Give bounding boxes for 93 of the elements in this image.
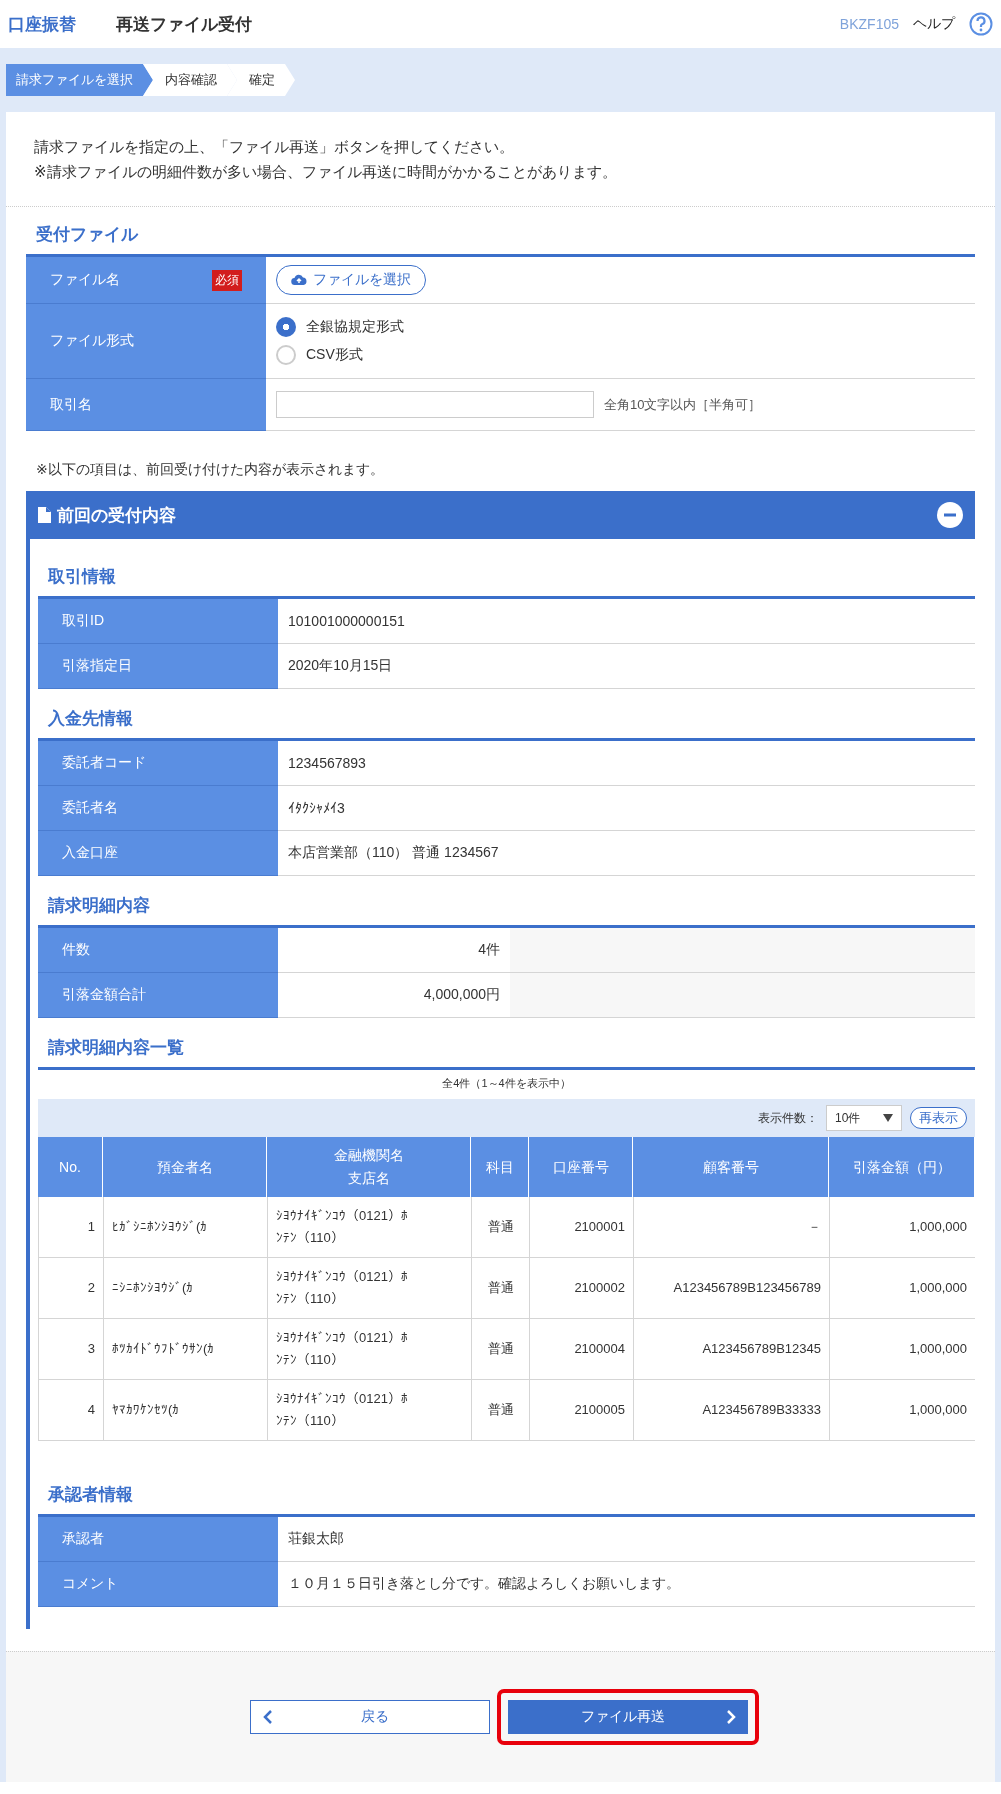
table-cell-text: 普通 bbox=[487, 1218, 514, 1236]
section-heading: 入金先情報 bbox=[48, 708, 134, 730]
table-cell-text: A123456789B33333 bbox=[702, 1401, 821, 1419]
section-heading: 請求明細内容 bbox=[48, 895, 151, 917]
step-indicator: 請求ファイルを選択 bbox=[6, 64, 153, 96]
table-cell-text: A123456789B123456789 bbox=[673, 1279, 821, 1297]
table-cell-text: 普通 bbox=[487, 1279, 514, 1297]
field-label: 委託者コード bbox=[38, 741, 278, 786]
field-value: 4,000,000円 bbox=[423, 986, 500, 1004]
field-label: 引落指定日 bbox=[38, 644, 278, 689]
input-hint: 全角10文字以内［半角可］ bbox=[604, 395, 762, 414]
table-cell-text: ｼﾖｳﾅｲｷﾞﾝｺｳ（0121）ﾎﾝﾃﾝ（110） bbox=[276, 1390, 408, 1430]
field-value: 1234567893 bbox=[288, 755, 366, 771]
column-header: 金融機関名支店名 bbox=[333, 1146, 404, 1188]
chevron-right-icon[interactable] bbox=[725, 1709, 736, 1725]
page-title: 再送ファイル受付 bbox=[116, 13, 252, 36]
upload-icon[interactable] bbox=[291, 274, 307, 286]
table-cell-text: 1,000,000 bbox=[909, 1401, 967, 1419]
table-cell-text: 2 bbox=[87, 1279, 95, 1297]
table-cell-text: 普通 bbox=[487, 1401, 514, 1419]
field-label: 引落金額合計 bbox=[38, 973, 278, 1018]
table-cell-text: 3 bbox=[87, 1340, 95, 1358]
table-cell-text: 1,000,000 bbox=[909, 1340, 967, 1358]
section-heading: 取引情報 bbox=[48, 566, 117, 588]
help-link[interactable]: ヘルプ bbox=[913, 15, 955, 33]
radio-option[interactable]: 全銀協規定形式 bbox=[276, 317, 965, 337]
column-header: 科目 bbox=[485, 1157, 514, 1177]
section-heading: 受付ファイル bbox=[36, 224, 140, 246]
input-field[interactable] bbox=[276, 391, 594, 418]
field-label: コメント bbox=[38, 1562, 278, 1607]
field-label: 承認者 bbox=[38, 1517, 278, 1562]
file-select-button[interactable]: ファイルを選択 bbox=[276, 265, 426, 295]
field-value: 2020年10月15日 bbox=[288, 657, 393, 675]
table-cell-text: ｼﾖｳﾅｲｷﾞﾝｺｳ（0121）ﾎﾝﾃﾝ（110） bbox=[276, 1207, 408, 1247]
table-cell-text: 4 bbox=[87, 1401, 95, 1419]
table-cell-text: 1,000,000 bbox=[909, 1218, 967, 1236]
field-label: ファイル名 bbox=[50, 271, 120, 289]
table-cell-text: 1 bbox=[87, 1218, 95, 1236]
table-cell-text: ﾋｶﾞｼﾆﾎﾝｼﾖｳｼﾞ(ｶ bbox=[112, 1218, 208, 1236]
column-header: 口座番号 bbox=[552, 1157, 609, 1177]
radio-icon[interactable] bbox=[276, 345, 296, 365]
chevron-left-icon[interactable] bbox=[262, 1709, 273, 1725]
note-text: ※以下の項目は、前回受け付けた内容が表示されます。 bbox=[36, 461, 385, 479]
field-label: 取引名 bbox=[50, 395, 92, 414]
instruction-text: 請求ファイルを指定の上、「ファイル再送」ボタンを押してください。 bbox=[34, 137, 515, 157]
field-value: 4件 bbox=[478, 941, 500, 959]
radio-option[interactable]: CSV形式 bbox=[276, 345, 965, 365]
field-value: 101001000000151 bbox=[288, 613, 405, 629]
document-icon bbox=[38, 507, 51, 523]
column-header: No. bbox=[59, 1157, 81, 1177]
table-cell-text: 2100001 bbox=[574, 1218, 625, 1236]
table-cell-text: ﾔﾏｶﾜｹﾝｾﾂ(ｶ bbox=[112, 1401, 180, 1419]
column-header: 預金者名 bbox=[156, 1157, 213, 1177]
instruction-text: ※請求ファイルの明細件数が多い場合、ファイル再送に時間がかかることがあります。 bbox=[34, 162, 618, 182]
category-title: 口座振替 bbox=[8, 13, 76, 36]
table-cell-text: ｼﾖｳﾅｲｷﾞﾝｺｳ（0121）ﾎﾝﾃﾝ（110） bbox=[276, 1268, 408, 1308]
required-badge: 必須 bbox=[212, 269, 242, 291]
help-icon[interactable] bbox=[969, 12, 993, 36]
field-label: 委託者名 bbox=[38, 786, 278, 831]
page-size-select[interactable]: 10件 bbox=[826, 1105, 902, 1131]
table-cell-text: ｼﾖｳﾅｲｷﾞﾝｺｳ（0121）ﾎﾝﾃﾝ（110） bbox=[276, 1329, 408, 1369]
column-header: 顧客番号 bbox=[702, 1157, 759, 1177]
field-value: 本店営業部（110） 普通 1234567 bbox=[288, 844, 499, 862]
table-cell-text: 2100005 bbox=[574, 1401, 625, 1419]
table-cell-text: － bbox=[808, 1218, 821, 1236]
table-cell-text: 普通 bbox=[487, 1340, 514, 1358]
radio-icon[interactable] bbox=[276, 317, 296, 337]
table-cell-text: A123456789B12345 bbox=[702, 1340, 821, 1358]
table-cell-text: 2100004 bbox=[574, 1340, 625, 1358]
panel-title: 前回の受付内容 bbox=[57, 504, 176, 527]
table-cell-text: ﾎﾂｶｲﾄﾞｳﾌﾄﾞｳｻﾝ(ｶ bbox=[112, 1340, 215, 1358]
field-label: ファイル形式 bbox=[50, 332, 134, 350]
dropdown-arrow-icon[interactable] bbox=[883, 1114, 893, 1122]
collapse-button[interactable] bbox=[937, 502, 963, 528]
field-label: 入金口座 bbox=[38, 831, 278, 876]
field-value: １０月１５日引き落とし分です。確認よろしくお願いします。 bbox=[288, 1575, 680, 1593]
page-size-label: 表示件数： bbox=[758, 1109, 818, 1127]
record-count: 全4件（1～4件を表示中） bbox=[441, 1076, 572, 1091]
screen-id: BKZF105 bbox=[839, 16, 899, 32]
field-label: 件数 bbox=[38, 928, 278, 973]
field-value: 荘銀太郎 bbox=[288, 1530, 344, 1548]
section-heading: 請求明細内容一覧 bbox=[48, 1037, 185, 1059]
refresh-button[interactable]: 再表示 bbox=[910, 1107, 967, 1129]
resend-button[interactable]: ファイル再送 bbox=[507, 1700, 748, 1734]
step-indicator: 確定 bbox=[227, 64, 295, 96]
table-cell-text: ﾆｼﾆﾎﾝｼﾖｳｼﾞ(ｶ bbox=[112, 1279, 194, 1297]
back-button[interactable]: 戻る bbox=[249, 1700, 490, 1734]
table-cell-text: 2100002 bbox=[574, 1279, 625, 1297]
table-cell-text: 1,000,000 bbox=[909, 1279, 967, 1297]
section-heading: 承認者情報 bbox=[48, 1484, 134, 1506]
field-label: 取引ID bbox=[38, 599, 278, 644]
field-value: ｲﾀｸｼｬﾒｲ3 bbox=[288, 800, 345, 816]
column-header: 引落金額（円） bbox=[852, 1157, 951, 1177]
